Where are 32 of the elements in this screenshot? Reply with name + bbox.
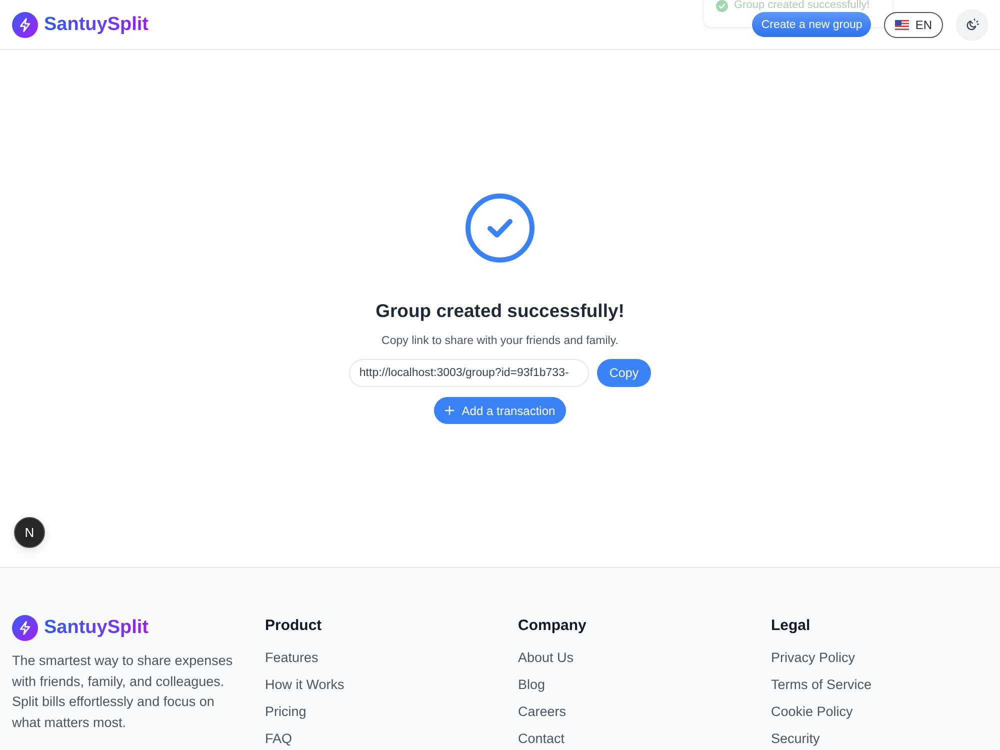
footer-link[interactable]: How it Works [265, 677, 344, 692]
language-button[interactable]: EN [884, 12, 943, 38]
footer-link[interactable]: Cookie Policy [771, 704, 853, 719]
success-title: Group created successfully! [376, 299, 624, 323]
footer-link[interactable]: FAQ [265, 731, 292, 746]
dev-tools-button[interactable]: N [14, 517, 45, 548]
footer-link[interactable]: Contact [518, 731, 565, 746]
footer-link[interactable]: About Us [518, 650, 574, 665]
footer-link[interactable]: Security [771, 731, 820, 746]
check-circle-icon [465, 193, 535, 263]
footer-heading: Legal [771, 616, 812, 636]
footer-link[interactable]: Privacy Policy [771, 650, 856, 665]
plus-icon [444, 406, 454, 415]
lightning-logo-icon [12, 12, 38, 38]
footer-link[interactable]: Features [265, 650, 318, 665]
footer-link[interactable]: Careers [518, 704, 566, 719]
lightning-logo-icon [12, 615, 38, 641]
footer-link[interactable]: Blog [518, 677, 546, 692]
footer-link[interactable]: Pricing [265, 704, 306, 719]
create-group-button[interactable]: Create a new group [752, 12, 872, 37]
footer-description: The smartest way to share expenses with friends, family, and colleagues. Split bills effortlessly and focus on what matters most. [12, 652, 234, 732]
footer-heading: Company [518, 616, 588, 636]
moon-sun-icon [965, 18, 979, 32]
theme-toggle-button[interactable] [956, 8, 988, 40]
share-link-field[interactable]: http://localhost:3003/group?id=93f1b733- [349, 359, 590, 387]
us-flag-icon [895, 20, 910, 30]
toast-message: Group created successfully! [734, 0, 870, 12]
copy-button[interactable]: Copy [597, 359, 651, 387]
footer-link[interactable]: Terms of Service [771, 677, 872, 692]
footer-heading: Product [265, 616, 323, 636]
success-subtitle: Copy link to share with your friends and family. [382, 334, 618, 349]
add-transaction-button[interactable]: Add a transaction [434, 397, 566, 424]
